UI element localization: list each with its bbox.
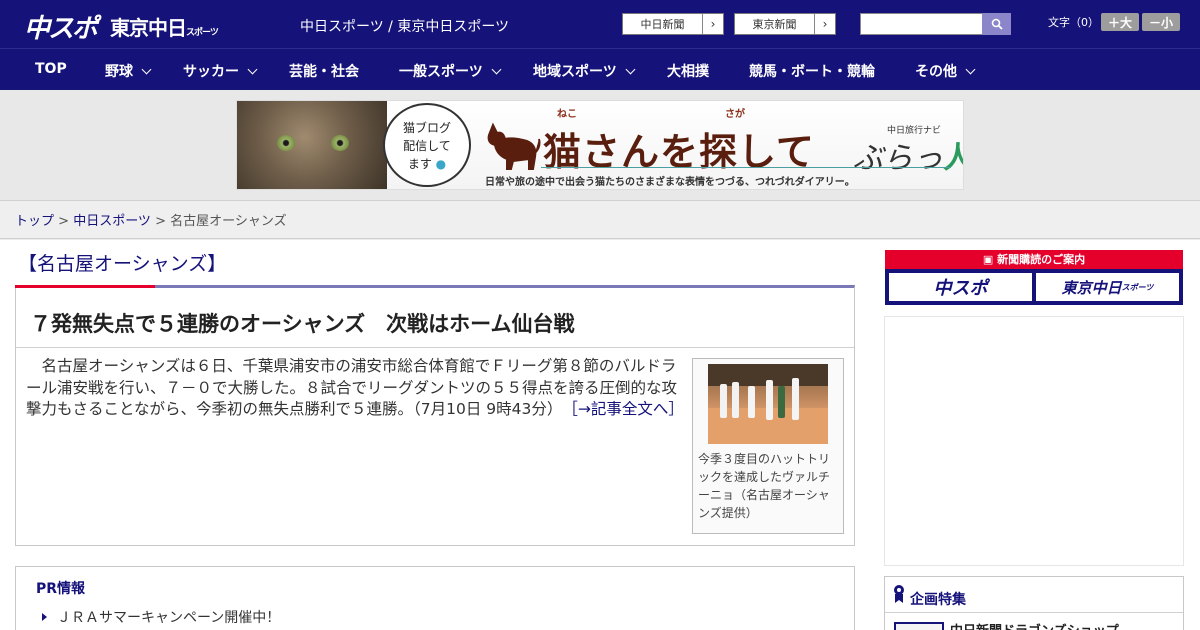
article-body: 名古屋オーシャンズは６日、千葉県浦安市の浦安市総合体育館でＦリーグ第８節のバルド… (26, 356, 684, 421)
nav-item-local-sports[interactable]: 地域スポーツ (533, 61, 636, 81)
tokyo-shimbun-link[interactable]: 東京新聞 › (734, 13, 836, 35)
read-more-link[interactable]: ［→記事全文へ］ (570, 400, 684, 418)
brand-logo: ぶらっ人 (853, 141, 963, 176)
ext-link-label: 東京新聞 (735, 14, 815, 34)
chunichi-shimbun-link[interactable]: 中日新聞 › (622, 13, 724, 35)
cat-blog-banner[interactable]: 猫ブログ 配信して ます ● ねこ さが 猫さんを探して 中日旅行ナビ ぶらっ人… (236, 100, 964, 190)
subscribe-chuspo-button[interactable]: 中スポ (889, 273, 1032, 301)
subscription-header: ▣ 新聞購読のご案内 (885, 250, 1183, 269)
ext-link-label: 中日新聞 (623, 14, 703, 34)
nav-label: 地域スポーツ (533, 64, 617, 80)
nav-item-top[interactable]: TOP (35, 61, 67, 77)
ruby-neko: ねこ (557, 109, 577, 120)
article-photo[interactable] (708, 364, 828, 444)
chevron-down-icon (491, 64, 502, 75)
feature-item-link[interactable]: 中日新聞ドラゴンズショップ (950, 620, 1119, 630)
nav-label: TOP (35, 61, 67, 77)
photo-player (748, 386, 755, 418)
ribbon-badge-icon (894, 585, 904, 603)
breadcrumb-top-link[interactable]: トップ (15, 214, 54, 229)
breadcrumb: トップ > 中日スポーツ > 名古屋オーシャンズ (15, 210, 287, 229)
speech-bubble: 猫ブログ 配信して ます ● (383, 103, 471, 187)
tokyo-logo-text: 東京中日 (110, 16, 187, 40)
photo-player (720, 384, 727, 418)
nav-label: 野球 (105, 64, 133, 80)
chevron-down-icon (965, 64, 976, 75)
chevron-right-icon: › (710, 17, 716, 31)
photo-caption: 今季３度目のハットトリックを達成したヴァルチーニョ（名古屋オーシャンズ提供） (698, 452, 831, 520)
nav-item-other[interactable]: その他 (915, 61, 976, 81)
feature-divider (885, 612, 1183, 613)
nav-label: その他 (915, 64, 957, 80)
bullet-arrow-icon (42, 613, 47, 621)
pr-title: PR情報 (36, 581, 86, 597)
cat-eye (331, 135, 349, 151)
newspaper-icon: ▣ (982, 253, 998, 266)
cat-photo (237, 101, 387, 189)
ad-slot (884, 316, 1184, 566)
nav-label: 一般スポーツ (399, 64, 483, 80)
bubble-line: 配信して (403, 139, 451, 153)
section-title: 【名古屋オーシャンズ】 (18, 253, 227, 275)
nav-item-racing[interactable]: 競馬・ボート・競輪 (749, 61, 875, 81)
chevron-down-icon (247, 64, 258, 75)
font-size-down-button[interactable]: －小 (1142, 13, 1180, 31)
photo-player (732, 382, 739, 418)
nav-item-general-sports[interactable]: 一般スポーツ (399, 61, 502, 81)
chuspo-logo[interactable]: 中スポ (24, 8, 98, 45)
paw-icon: ● (435, 157, 447, 171)
nav-label: 芸能・社会 (289, 64, 359, 80)
font-size-up-button[interactable]: ＋大 (1101, 13, 1139, 31)
feature-thumbnail[interactable] (894, 622, 944, 630)
search-icon (991, 18, 1003, 30)
nav-item-sumo[interactable]: 大相撲 (667, 61, 709, 81)
nav-item-entertainment[interactable]: 芸能・社会 (289, 61, 359, 81)
search-input[interactable] (860, 13, 984, 35)
photo-player (778, 386, 785, 418)
nav-item-baseball[interactable]: 野球 (105, 61, 152, 81)
chevron-down-icon (141, 64, 152, 75)
nav-item-soccer[interactable]: サッカー (183, 61, 258, 81)
breadcrumb-sep: > (54, 214, 74, 229)
search-button[interactable] (982, 13, 1011, 35)
subscribe-tokyo-button[interactable]: 東京中日 スポーツ (1036, 273, 1179, 301)
tokyo-chunichi-logo[interactable]: 東京中日スポーツ (110, 12, 219, 41)
breadcrumb-sep: > (150, 214, 171, 229)
banner-subtitle: 日常や旅の途中で出会う猫たちのさまざまな表情をつづる、つれづれダイアリー。 (485, 177, 855, 188)
breadcrumb-current: 名古屋オーシャンズ (170, 214, 287, 229)
ruby-saga: さが (725, 109, 745, 120)
pr-item[interactable]: ＪＲＡサマーキャンペーン開催中！ (42, 607, 280, 627)
cat-eye (277, 135, 295, 151)
article-divider (16, 347, 854, 348)
nav-label: サッカー (183, 64, 239, 80)
banner-divider (541, 167, 951, 168)
article-headline[interactable]: ７発無失点で５連勝のオーシャンズ 次戦はホーム仙台戦 (30, 308, 575, 338)
chevron-down-icon (625, 64, 636, 75)
site-name: 中日スポーツ / 東京中日スポーツ (300, 19, 510, 35)
nav-label: 競馬・ボート・競輪 (749, 64, 875, 80)
article-accent-bar (15, 285, 155, 288)
bubble-line: 猫ブログ (402, 121, 451, 135)
breadcrumb-parent-link[interactable]: 中日スポーツ (73, 214, 151, 229)
nav-label: 大相撲 (667, 64, 709, 80)
photo-player (766, 380, 773, 420)
bubble-line: ます ● (407, 157, 447, 171)
chevron-right-icon: › (822, 17, 828, 31)
feature-title: 企画特集 (910, 592, 966, 608)
font-size-label: 文字（0） (1048, 16, 1099, 29)
tokyo-logo-small: スポーツ (186, 28, 219, 38)
cat-silhouette-icon (487, 122, 541, 170)
pr-item-label: ＪＲＡサマーキャンペーン開催中！ (57, 610, 281, 626)
photo-player (792, 378, 799, 420)
